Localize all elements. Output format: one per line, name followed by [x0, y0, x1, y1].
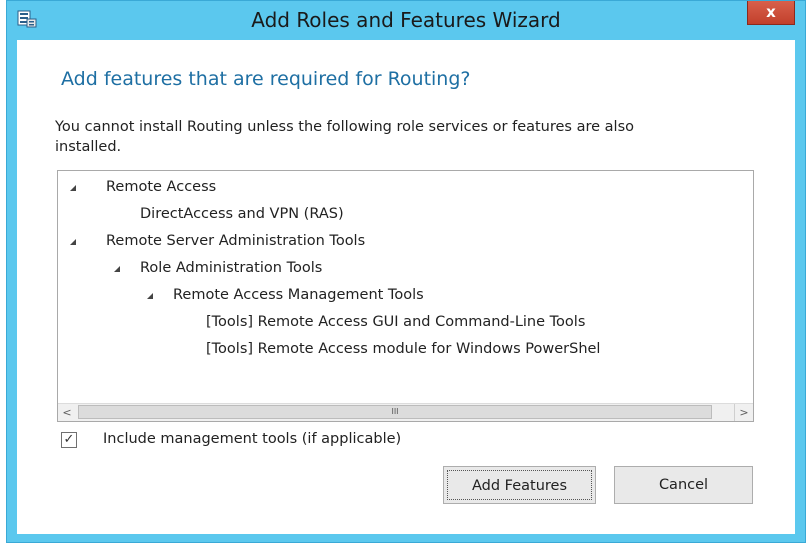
- scroll-thumb[interactable]: III: [78, 405, 712, 419]
- required-features-tree[interactable]: Remote Access DirectAccess and VPN (RAS)…: [57, 170, 754, 422]
- wizard-window: Add Roles and Features Wizard x Add feat…: [6, 0, 806, 543]
- tree-item-label: Remote Access: [106, 179, 217, 195]
- include-management-tools-checkbox[interactable]: ✓: [61, 432, 77, 448]
- add-features-button[interactable]: Add Features: [443, 466, 596, 504]
- tree-item-label: DirectAccess and VPN (RAS): [140, 206, 344, 222]
- cancel-button[interactable]: Cancel: [614, 466, 753, 504]
- tree-item-label: Role Administration Tools: [140, 260, 323, 276]
- title-bar[interactable]: Add Roles and Features Wizard x: [7, 1, 805, 39]
- window-title: Add Roles and Features Wizard: [251, 8, 561, 32]
- expanded-triangle-icon[interactable]: [70, 185, 76, 191]
- close-button[interactable]: x: [747, 1, 795, 25]
- tree-item-role-admin-tools[interactable]: Role Administration Tools: [114, 256, 323, 280]
- tree-item-label: [Tools] Remote Access module for Windows…: [206, 341, 601, 357]
- tree-item-directaccess-vpn[interactable]: DirectAccess and VPN (RAS): [140, 202, 344, 226]
- dialog-message: You cannot install Routing unless the fo…: [55, 119, 634, 155]
- expanded-triangle-icon[interactable]: [114, 266, 120, 272]
- scroll-left-arrow-icon[interactable]: <: [58, 404, 76, 421]
- tree-item-remote-access[interactable]: Remote Access: [70, 175, 217, 199]
- tree-item-rsat[interactable]: Remote Server Administration Tools: [70, 229, 366, 253]
- expanded-triangle-icon[interactable]: [70, 239, 76, 245]
- tree-item-label: Remote Server Administration Tools: [106, 233, 366, 249]
- scroll-right-arrow-icon[interactable]: >: [734, 404, 753, 421]
- dialog-heading: Add features that are required for Routi…: [61, 68, 471, 90]
- tree-item-label: Remote Access Management Tools: [173, 287, 424, 303]
- tree-item-label: [Tools] Remote Access GUI and Command-Li…: [206, 314, 586, 330]
- tree-item-remote-access-mgmt-tools[interactable]: Remote Access Management Tools: [147, 283, 424, 307]
- tree-item-powershell-module[interactable]: [Tools] Remote Access module for Windows…: [206, 337, 600, 361]
- horizontal-scrollbar[interactable]: < III >: [58, 403, 753, 421]
- expanded-triangle-icon[interactable]: [147, 293, 153, 299]
- add-features-label: Add Features: [447, 470, 592, 500]
- dialog-content: Add features that are required for Routi…: [17, 40, 795, 534]
- include-management-tools-label[interactable]: Include management tools (if applicable): [103, 431, 401, 447]
- tree-item-gui-cli-tools[interactable]: [Tools] Remote Access GUI and Command-Li…: [206, 310, 585, 334]
